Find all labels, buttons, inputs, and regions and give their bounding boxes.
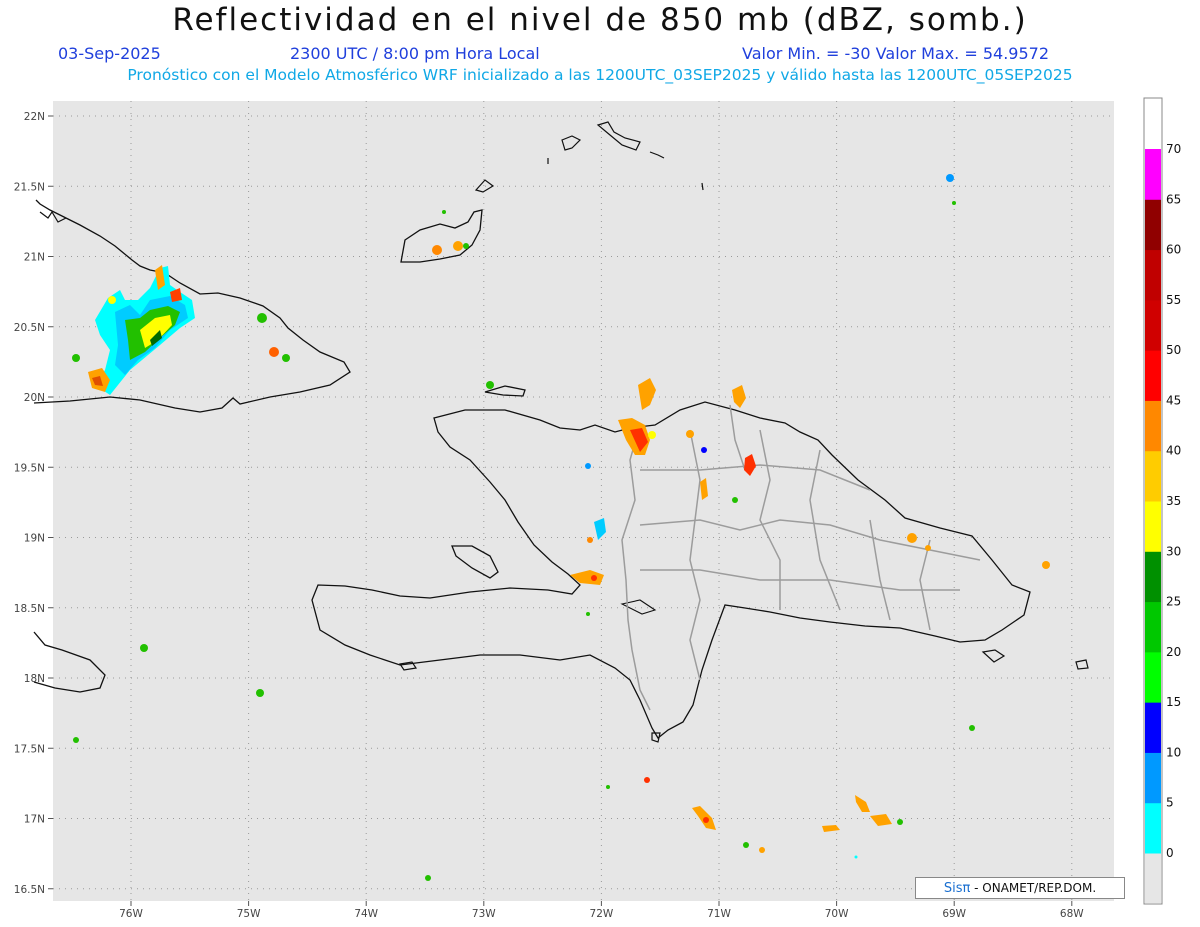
- colorbar-empty-bin: [1145, 853, 1161, 903]
- lat-label: 20N: [24, 392, 45, 404]
- colorbar-bin: [1145, 752, 1161, 804]
- colorbar-label: 0: [1166, 846, 1174, 860]
- lat-label: 21N: [24, 252, 45, 264]
- colorbar-label: 10: [1166, 745, 1181, 759]
- lon-label: 74W: [354, 908, 378, 920]
- colorbar-label: 15: [1166, 695, 1181, 709]
- colorbar-label: 30: [1166, 544, 1181, 558]
- longitude-labels: 76W 75W 74W 73W 72W 71W 70W 69W 68W: [119, 901, 1084, 920]
- lat-label: 19.5N: [14, 462, 45, 474]
- lon-label: 75W: [237, 908, 261, 920]
- colorbar-bin: [1145, 501, 1161, 552]
- lat-label: 17.5N: [14, 743, 45, 755]
- credit-brand: Sisπ: [943, 881, 971, 896]
- lon-label: 73W: [472, 908, 496, 920]
- colorbar-bin: [1145, 350, 1161, 401]
- colorbar-label: 25: [1166, 595, 1181, 609]
- colorbar-label: 60: [1166, 243, 1181, 257]
- colorbar: 0 5 10 15 20 25 30 35 40 45 50 55 60 65 70: [1145, 142, 1181, 860]
- colorbar-bin: [1145, 149, 1161, 200]
- colorbar-label: 55: [1166, 293, 1181, 307]
- map-figure: 22N 21.5N 21N 20.5N 20N 19.5N 19N 18.5N 18N 17.5N…: [14, 97, 1181, 920]
- colorbar-bin: [1145, 601, 1161, 653]
- colorbar-label: 20: [1166, 645, 1181, 659]
- colorbar-bin: [1145, 199, 1161, 251]
- colorbar-bin: [1145, 400, 1161, 452]
- colorbar-bin: [1145, 551, 1161, 603]
- lat-label: 18.5N: [14, 603, 45, 615]
- colorbar-label: 5: [1166, 796, 1174, 810]
- colorbar-bin: [1145, 450, 1161, 502]
- lat-label: 22N: [24, 111, 45, 123]
- colorbar-label: 45: [1166, 393, 1181, 407]
- colorbar-bin: [1145, 702, 1161, 753]
- colorbar-label: 40: [1166, 444, 1181, 458]
- colorbar-bin: [1145, 249, 1161, 301]
- lon-label: 69W: [942, 908, 966, 920]
- lon-label: 68W: [1060, 908, 1084, 920]
- lon-label: 76W: [119, 908, 143, 920]
- credit-org: - ONAMET/REP.DOM.: [974, 881, 1097, 895]
- lat-label: 18N: [24, 673, 45, 685]
- colorbar-label: 50: [1166, 343, 1181, 357]
- lat-label: 16.5N: [14, 884, 45, 896]
- lat-label: 20.5N: [14, 322, 45, 334]
- lon-label: 70W: [825, 908, 849, 920]
- lat-label: 19N: [24, 533, 45, 545]
- colorbar-bin: [1145, 651, 1161, 703]
- map-plot-area: [53, 101, 1114, 901]
- colorbar-bin: [1145, 299, 1161, 351]
- lat-label: 17N: [24, 814, 45, 826]
- colorbar-bin: [1145, 802, 1161, 854]
- lon-label: 71W: [707, 908, 731, 920]
- lat-label: 21.5N: [14, 181, 45, 193]
- latitude-labels: 22N 21.5N 21N 20.5N 20N 19.5N 19N 18.5N 18N 17.5N…: [14, 111, 53, 896]
- colorbar-label: 65: [1166, 192, 1181, 206]
- lon-label: 72W: [590, 908, 614, 920]
- colorbar-label: 70: [1166, 142, 1181, 156]
- credit-box: Sisπ - ONAMET/REP.DOM.: [915, 877, 1125, 899]
- colorbar-label: 35: [1166, 494, 1181, 508]
